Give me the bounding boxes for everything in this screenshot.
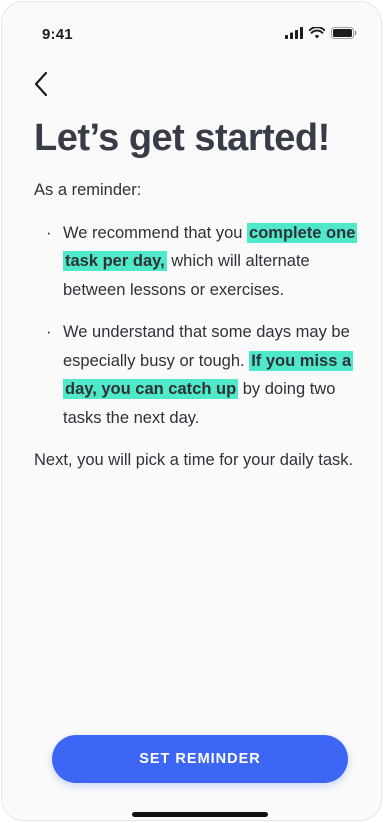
status-icons (285, 27, 357, 39)
page-title: Let’s get started! (34, 117, 330, 159)
bullet-dot: · (46, 323, 52, 341)
list-item: · We recommend that you complete one tas… (34, 219, 370, 305)
intro-text: As a reminder: (34, 181, 142, 199)
status-time: 9:41 (42, 26, 73, 43)
reminder-content: As a reminder: · We recommend that you c… (34, 176, 370, 475)
back-button[interactable] (26, 68, 56, 100)
home-indicator (132, 812, 268, 817)
wifi-icon (309, 27, 325, 39)
set-reminder-button[interactable]: SET REMINDER (52, 735, 348, 783)
bullet-dot: · (46, 223, 52, 242)
list-item: · We understand that some days may be es… (34, 318, 370, 432)
outro-text: Next, you will pick a time for your dail… (34, 451, 354, 469)
chevron-left-icon (34, 71, 48, 97)
phone-screen: 9:41 Let’s get started! As a reminder: ·… (1, 1, 382, 821)
bullet-text-before: We recommend that you (63, 223, 248, 242)
cellular-signal-icon (285, 27, 303, 39)
status-bar: 9:41 (2, 2, 381, 54)
battery-icon (331, 27, 357, 39)
reminder-list: · We recommend that you complete one tas… (34, 219, 370, 433)
